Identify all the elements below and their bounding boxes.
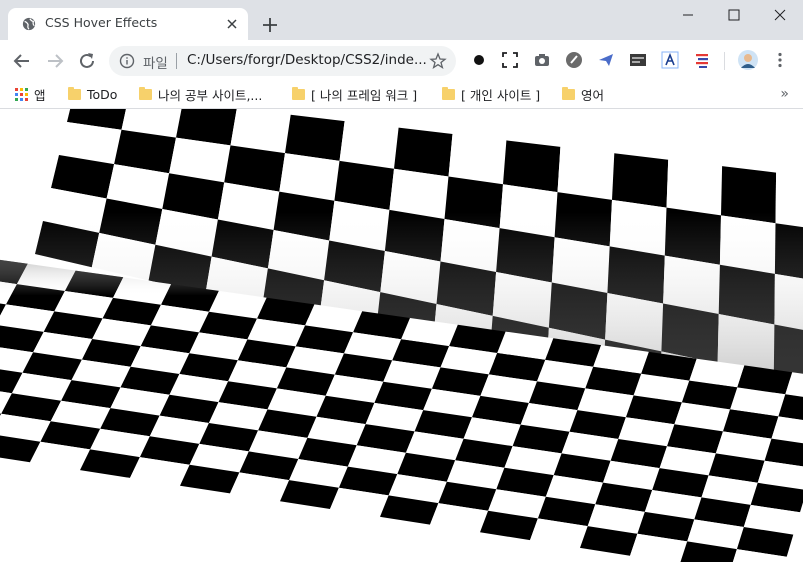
omnibox-divider	[176, 53, 177, 69]
forward-arrow-icon[interactable]	[44, 50, 66, 72]
minimize-button[interactable]	[665, 0, 711, 30]
record-dot-icon[interactable]	[470, 51, 488, 69]
back-arrow-icon[interactable]	[11, 50, 33, 72]
minimize-icon	[683, 14, 693, 16]
address-bar[interactable]: 파일 C:/Users/forgr/Desktop/CSS2/inde...	[109, 46, 456, 76]
bookmark-item[interactable]: [ 나의 프레임 워크 ]	[292, 84, 417, 104]
pen-tool-icon[interactable]	[565, 51, 583, 69]
folder-icon	[68, 86, 81, 100]
close-icon	[774, 9, 786, 21]
bookmark-label: ToDo	[87, 86, 118, 102]
close-window-button[interactable]	[757, 0, 803, 30]
bookmark-item[interactable]: 나의 공부 사이트,...	[139, 84, 262, 104]
close-tab-icon[interactable]	[224, 16, 240, 32]
bookmark-label: 앱	[34, 87, 46, 103]
folder-icon	[139, 86, 152, 100]
apps-grid-icon	[15, 87, 28, 101]
bookmark-label: [ 나의 프레임 워크 ]	[311, 87, 418, 103]
folder-icon	[562, 86, 575, 100]
bookmark-label: 나의 공부 사이트,...	[158, 87, 263, 103]
maximize-button[interactable]	[711, 0, 757, 30]
bookmark-apps[interactable]: 앱	[15, 84, 46, 104]
reload-icon[interactable]	[76, 50, 98, 72]
more-options-icon[interactable]	[771, 51, 789, 69]
menu-lines-icon[interactable]	[693, 51, 711, 69]
tab-title: CSS Hover Effects	[45, 15, 158, 30]
bookmark-star-icon[interactable]	[429, 52, 447, 70]
screen-capture-icon[interactable]	[501, 51, 519, 69]
bookmark-item[interactable]: 영어	[562, 84, 604, 104]
page-content	[0, 109, 803, 562]
new-tab-icon[interactable]	[260, 15, 280, 35]
font-tool-icon[interactable]	[661, 51, 679, 69]
toolbar-divider	[724, 52, 725, 70]
url-text[interactable]: C:/Users/forgr/Desktop/CSS2/inde...	[187, 52, 427, 68]
toolbar: 파일 C:/Users/forgr/Desktop/CSS2/inde...	[0, 40, 803, 80]
scheme-label: 파일	[143, 56, 168, 72]
globe-icon	[22, 17, 36, 31]
folder-icon	[442, 86, 455, 100]
title-bar: CSS Hover Effects	[0, 0, 803, 40]
maximize-icon	[728, 9, 740, 21]
camera-icon[interactable]	[533, 51, 551, 69]
checkerboard-scene	[0, 109, 803, 562]
bookmark-item[interactable]: [ 개인 사이트 ]	[442, 84, 540, 104]
extension-badge-icon[interactable]	[629, 51, 647, 69]
info-icon[interactable]	[119, 53, 135, 69]
bookmark-item[interactable]: ToDo	[68, 84, 117, 104]
browser-tab[interactable]: CSS Hover Effects	[8, 8, 248, 40]
bookmark-label: 영어	[581, 87, 605, 103]
folder-icon	[292, 86, 305, 100]
send-icon[interactable]	[597, 51, 615, 69]
bookmark-label: [ 개인 사이트 ]	[461, 87, 541, 103]
bookmarks-bar: 앱 ToDo 나의 공부 사이트,... [ 나의 프레임 워크 ] [ 개인 …	[0, 80, 803, 109]
avatar[interactable]	[738, 50, 758, 70]
bookmarks-overflow-button[interactable]: »	[780, 86, 789, 102]
